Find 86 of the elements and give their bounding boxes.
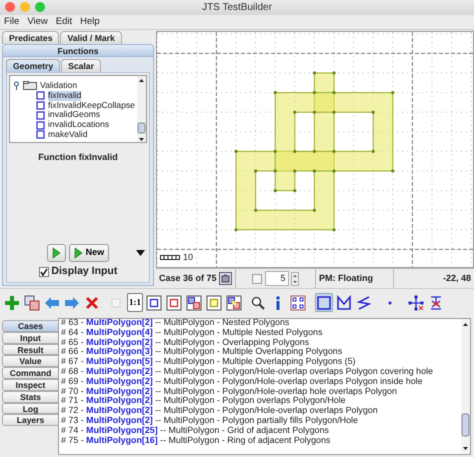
scrollbar[interactable]: [461, 319, 470, 453]
square-icon: [146, 294, 162, 310]
camera-icon[interactable]: [218, 272, 232, 285]
tab[interactable]: Stats: [2, 390, 58, 403]
run-button[interactable]: [46, 244, 66, 262]
zigzag-line-icon: [356, 294, 372, 310]
vertex-edit-icon: [428, 294, 444, 310]
tab[interactable]: Command: [2, 367, 58, 379]
menu-item[interactable]: View: [23, 15, 52, 29]
tree-item[interactable]: makeValid: [48, 130, 88, 140]
toolbar-button[interactable]: [165, 293, 183, 312]
tree-item[interactable]: fixInvalidKeepCollapse: [48, 100, 135, 110]
toolbar-button[interactable]: [407, 293, 425, 312]
window-title: JTS TestBuilder: [202, 2, 272, 13]
precision-label: PM: Floating: [319, 272, 373, 285]
coordinates-label: -22, 48: [442, 272, 471, 285]
back-arrow-icon: [44, 294, 60, 310]
toolbar-button[interactable]: [315, 293, 333, 312]
search-icon: [250, 294, 266, 310]
function-label: Function fixInvalid: [37, 151, 119, 164]
tab[interactable]: Layers: [2, 414, 58, 426]
case-row[interactable]: # 67 - MultiPolygon[5] -- MultiPolygon - Multiple Overlapping Polygons (5): [61, 357, 461, 367]
rectangle-icon: [316, 294, 332, 310]
menu-item[interactable]: File: [0, 15, 24, 29]
case-row[interactable]: # 70 - MultiPolygon[2] -- MultiPolygon - Polygon/Hole-overlap hole overlaps Polygon: [61, 386, 461, 396]
tab[interactable]: Inspect: [2, 378, 58, 391]
square-icon: [166, 294, 182, 310]
folder-icon: [23, 81, 37, 90]
tab[interactable]: Predicates: [2, 31, 60, 44]
spinner-field[interactable]: 5: [264, 270, 288, 286]
toolbar-button[interactable]: [185, 293, 203, 312]
tab[interactable]: Value: [2, 355, 58, 368]
new-button[interactable]: New: [68, 244, 110, 262]
case-row[interactable]: # 75 - MultiPolygon[16] -- MultiPolygon - Ring of adjacent Polygons: [61, 436, 461, 446]
play-icon: [74, 246, 83, 258]
tab[interactable]: Scalar: [61, 59, 101, 72]
tab[interactable]: Cases: [2, 320, 58, 332]
case-label: Case 36 of 75: [159, 272, 217, 285]
tree-item[interactable]: Validation: [40, 81, 78, 91]
squares-icon: [186, 294, 202, 310]
tree-item[interactable]: invalidLocations: [48, 120, 110, 130]
zoom-button[interactable]: 1:1: [127, 293, 143, 312]
case-row[interactable]: # 69 - MultiPolygon[2] -- MultiPolygon - Polygon/Hole-overlap overlaps Polygon inside hole: [61, 376, 461, 387]
tree-item[interactable]: invalidGeoms: [48, 110, 100, 120]
checkbox[interactable]: [38, 267, 49, 278]
spinner-arrows-icon[interactable]: [291, 272, 300, 286]
play-icon: [52, 246, 61, 258]
forward-arrow-icon: [64, 294, 80, 310]
tab[interactable]: Valid / Mark: [60, 31, 122, 44]
square-icon: [206, 294, 222, 310]
menu-item[interactable]: Help: [76, 15, 104, 29]
toolbar-button[interactable]: [335, 293, 353, 312]
tree-toggle-icon[interactable]: [13, 81, 20, 90]
scale-label: 10: [183, 250, 194, 264]
toolbar-button[interactable]: [23, 293, 41, 312]
tab[interactable]: Geometry: [6, 59, 60, 72]
tab[interactable]: Functions: [2, 44, 154, 57]
case-row[interactable]: # 73 - MultiPolygon[2] -- MultiPolygon - Polygon partially fills Polygon/Hole: [61, 416, 461, 426]
delete-icon: [84, 294, 100, 310]
toolbar-button[interactable]: [289, 293, 307, 312]
copy-icon: [24, 294, 40, 310]
add-icon: [4, 294, 20, 310]
tab[interactable]: Result: [2, 344, 58, 356]
squares-icon: [226, 294, 242, 310]
tab[interactable]: Log: [2, 402, 58, 414]
scrollbar[interactable]: [137, 76, 146, 142]
move-icon: [408, 294, 424, 310]
case-row[interactable]: # 68 - MultiPolygon[2] -- MultiPolygon - Polygon/Hole-overlap overlaps Polygon covering hole: [61, 366, 461, 377]
toolbar-button[interactable]: [225, 293, 243, 312]
case-row[interactable]: # 64 - MultiPolygon[4] -- MultiPolygon - Multiple Nested Polygons: [61, 328, 461, 338]
dropdown-icon[interactable]: [136, 250, 145, 256]
case-row[interactable]: # 65 - MultiPolygon[2] -- MultiPolygon - Overlapping Polygons: [61, 338, 461, 348]
checkbox[interactable]: [252, 274, 262, 284]
grid-icon: [290, 294, 306, 310]
case-row[interactable]: # 66 - MultiPolygon[3] -- MultiPolygon - Multiple Overlapping Polygons: [61, 347, 461, 358]
case-row[interactable]: # 72 - MultiPolygon[2] -- MultiPolygon - Polygon/Hole-overlap overlaps Polygon: [61, 406, 461, 416]
polygon-icon: [336, 294, 352, 310]
tree-item[interactable]: fixInvalid: [48, 90, 82, 101]
toolbar-button[interactable]: [205, 293, 223, 312]
case-row[interactable]: # 71 - MultiPolygon[2] -- MultiPolygon - Polygon overlaps Polygon/Hole: [61, 396, 461, 406]
menu-item[interactable]: Edit: [52, 15, 76, 29]
tab[interactable]: Input: [2, 332, 58, 344]
checkbox-label: Display Input: [51, 264, 118, 280]
case-row[interactable]: # 74 - MultiPolygon[25] -- MultiPolygon - Grid of adjacent Polygons: [61, 426, 461, 436]
point-icon: [388, 300, 392, 304]
toolbar-button[interactable]: [145, 293, 163, 312]
